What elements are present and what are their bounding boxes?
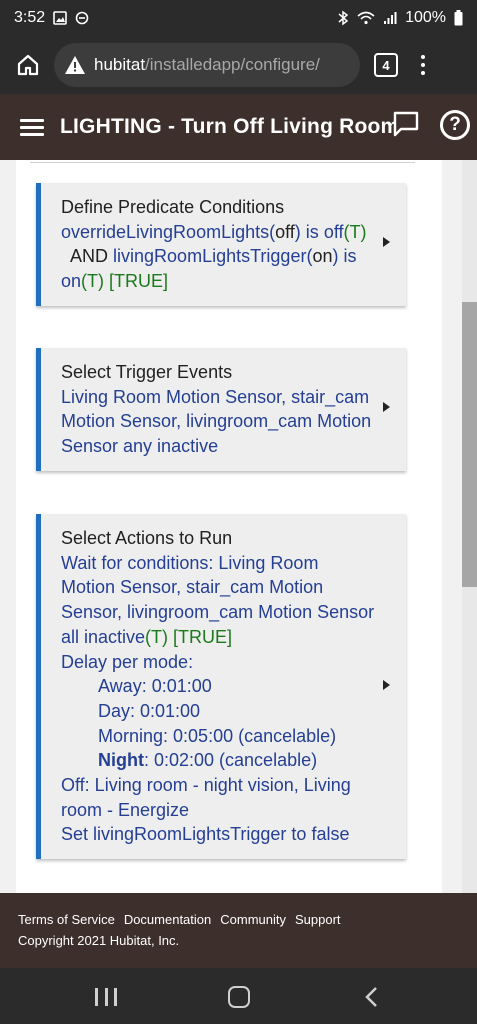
- battery-icon: [454, 10, 463, 26]
- expand-arrow-icon: [383, 679, 390, 690]
- terms-link[interactable]: Terms of Service: [18, 912, 115, 927]
- url-path: /installedapp/configure/: [145, 55, 320, 74]
- tab-count: 4: [382, 57, 390, 73]
- page-title: LIGHTING - Turn Off Living Room Lights: [60, 115, 400, 138]
- documentation-link[interactable]: Documentation: [124, 912, 211, 927]
- section-divider: [30, 162, 415, 163]
- card-body: overrideLivingRoomLights(off) is off(T) …: [61, 220, 376, 294]
- condition-text: overrideLivingRoomLights(: [61, 221, 276, 242]
- card-body: Living Room Motion Sensor, stair_cam Mot…: [61, 386, 372, 457]
- gallery-icon: [53, 11, 67, 25]
- recents-icon[interactable]: [95, 988, 117, 1006]
- predicate-conditions-card[interactable]: Define Predicate Conditions overrideLivi…: [36, 183, 406, 306]
- trigger-events-card[interactable]: Select Trigger Events Living Room Motion…: [36, 348, 406, 471]
- app-header: LIGHTING - Turn Off Living Room Lights ?: [0, 94, 477, 160]
- community-link[interactable]: Community: [220, 912, 286, 927]
- warning-icon: [65, 56, 85, 74]
- wait-result: (T) [TRUE]: [145, 626, 233, 647]
- condition-overall-result: [TRUE]: [109, 271, 169, 292]
- url-bar[interactable]: hubitat/installedapp/configure/: [54, 43, 360, 87]
- status-bar: 3:52 100%: [0, 0, 477, 36]
- delay-away: Away: 0:01:00: [98, 676, 212, 697]
- condition-operator: AND: [61, 246, 109, 267]
- help-icon[interactable]: ?: [440, 110, 470, 140]
- system-nav-bar: [0, 968, 477, 1024]
- card-title: Select Actions to Run: [61, 528, 233, 548]
- delay-morning: Morning: 0:05:00 (cancelable): [98, 725, 337, 746]
- expand-arrow-icon: [383, 237, 390, 248]
- url-host: hubitat: [94, 55, 146, 74]
- more-vert-icon[interactable]: [418, 55, 428, 75]
- off-action: Off: Living room - night vision, Living …: [61, 775, 351, 820]
- condition-text: off: [323, 221, 344, 242]
- bluetooth-icon: [338, 10, 349, 26]
- status-time: 3:52: [14, 9, 46, 26]
- delay-night: Night: 0:02:00 (cancelable): [61, 748, 376, 773]
- footer: Terms of Service Documentation Community…: [0, 893, 477, 968]
- card-title: Define Predicate Conditions: [61, 197, 285, 217]
- wifi-icon: [357, 11, 375, 25]
- condition-result: (T): [343, 221, 367, 242]
- tabs-icon[interactable]: 4: [374, 53, 398, 77]
- expand-arrow-icon: [383, 402, 390, 413]
- condition-text: ) is: [294, 221, 319, 242]
- scrollbar-thumb[interactable]: [462, 302, 477, 587]
- condition-result: (T): [81, 271, 105, 292]
- browser-home-button[interactable]: [12, 49, 44, 81]
- condition-state: off: [275, 221, 295, 242]
- copyright: Copyright 2021 Hubitat, Inc.: [18, 933, 180, 948]
- support-link[interactable]: Support: [295, 912, 341, 927]
- actions-card[interactable]: Select Actions to Run Wait for condition…: [36, 514, 406, 860]
- card-title: Select Trigger Events: [61, 362, 233, 382]
- card-body: Wait for conditions: Living Room Motion …: [61, 551, 376, 847]
- hamburger-menu-icon[interactable]: [20, 118, 44, 136]
- set-action: Set livingRoomLightsTrigger to false: [61, 824, 350, 845]
- home-icon: [17, 54, 39, 76]
- condition-state: on: [312, 246, 333, 267]
- dnd-icon: [75, 11, 89, 25]
- current-mode-label: Night: [98, 750, 144, 771]
- night-delay-value: : 0:02:00 (cancelable): [143, 750, 318, 771]
- chat-icon[interactable]: [392, 110, 420, 138]
- back-icon[interactable]: [364, 986, 378, 1008]
- content-area: Define Predicate Conditions overrideLivi…: [0, 160, 477, 893]
- home-nav-icon[interactable]: [228, 986, 250, 1008]
- battery-percent: 100%: [405, 9, 446, 26]
- condition-text: livingRoomLightsTrigger(: [113, 246, 313, 267]
- delay-heading: Delay per mode:: [61, 651, 194, 672]
- delay-day: Day: 0:01:00: [98, 700, 201, 721]
- signal-icon: [384, 12, 397, 24]
- browser-toolbar: hubitat/installedapp/configure/ 4: [0, 36, 477, 94]
